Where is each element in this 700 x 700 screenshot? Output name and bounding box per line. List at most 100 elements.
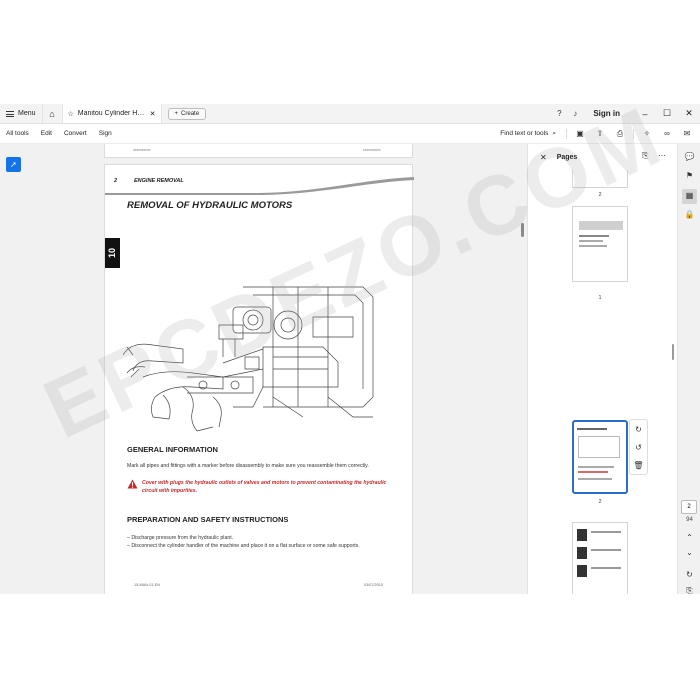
main-toolbar: All tools Edit Convert Sign Find text or… — [0, 124, 700, 144]
warning-note: Cover with plugs the hydraulic outlets o… — [127, 479, 392, 495]
find-label: Find text or tools — [500, 130, 549, 137]
divider — [633, 128, 634, 139]
thumbnail-text-line — [577, 428, 607, 430]
pages-grid-icon[interactable]: ▦ — [678, 191, 700, 200]
thumbnail-text-line — [578, 471, 608, 473]
print-icon[interactable]: ⎙ — [611, 129, 629, 139]
page-thumbnail[interactable] — [572, 206, 628, 282]
toolbar-sign[interactable]: Sign — [93, 130, 118, 137]
warning-triangle-icon — [127, 479, 138, 489]
title-bar: Menu ⌂ ☆ Manitou Cylinder Handl... ✕ + C… — [0, 104, 700, 124]
bell-icon[interactable]: ♪ — [567, 109, 583, 118]
page-up-icon[interactable]: ⌃ — [678, 533, 700, 542]
pdf-viewer-window: Menu ⌂ ☆ Manitou Cylinder Handl... ✕ + C… — [0, 104, 700, 594]
search-icon: ⌕ — [552, 129, 556, 137]
page-fit-icon[interactable]: ⎘ — [678, 586, 700, 594]
list-item: – Discharge pressure from the hydraulic … — [127, 535, 234, 541]
header-page-number: 2 — [114, 178, 118, 184]
menu-button[interactable]: Menu — [0, 104, 42, 123]
header-swoosh-decoration — [105, 177, 414, 195]
rotate-clockwise-icon[interactable]: ↻ — [635, 425, 642, 434]
thumbnail-photo — [577, 529, 587, 541]
thumbnail-text-line — [579, 235, 609, 237]
create-label: Create — [181, 110, 200, 117]
lock-icon[interactable]: 🔒 — [678, 210, 700, 219]
rotate-counterclockwise-icon[interactable]: ↺ — [635, 443, 642, 452]
page-footer-date: 03/07/2015 — [364, 583, 384, 587]
thumbnail-label: 1 — [598, 295, 602, 301]
section-heading-preparation-safety: PREPARATION AND SAFETY INSTRUCTIONS — [127, 515, 289, 524]
page-down-icon[interactable]: ⌄ — [678, 548, 700, 557]
help-icon[interactable]: ? — [551, 109, 567, 118]
document-page: 2 ENGINE REMOVAL REMOVAL OF HYDRAULIC MO… — [104, 164, 414, 594]
thumbnail-header-block — [579, 221, 623, 230]
pages-panel: ✕ Pages ⎘ ⋯ 2 1 2 ↻ ↺ 🗑 — [527, 144, 677, 594]
general-information-text: Mark all pipes and fittings with a marke… — [127, 463, 369, 469]
document-area[interactable]: xxxxxxxxxx xxxxxxxxxx 2 ENGINE REMOVAL R… — [30, 144, 527, 594]
email-icon[interactable]: ✉ — [678, 129, 696, 138]
thumbnail-text-line — [591, 531, 621, 533]
page-thumbnail-selected[interactable] — [572, 420, 628, 494]
pages-panel-title: Pages — [556, 153, 578, 161]
refresh-icon[interactable]: ↻ — [678, 570, 700, 579]
thumbnail-text-line — [579, 240, 603, 242]
thumbnail-text-line — [579, 245, 607, 247]
hamburger-icon — [6, 110, 14, 117]
chapter-tab: 10 — [105, 238, 120, 268]
select-tool-button[interactable]: ➚ — [6, 157, 21, 172]
menu-label: Menu — [18, 110, 36, 117]
page-thumbnail[interactable] — [572, 170, 628, 188]
thumbnail-text-line — [591, 549, 621, 551]
save-icon[interactable]: ▣ — [571, 129, 589, 138]
maximize-icon[interactable]: ☐ — [656, 108, 678, 119]
more-options-icon[interactable]: ⋯ — [658, 151, 666, 160]
thumbnail-photo — [577, 547, 587, 559]
link-icon[interactable]: ∞ — [658, 129, 676, 138]
close-window-icon[interactable]: ✕ — [678, 108, 700, 119]
upload-icon[interactable]: ⇪ — [591, 129, 609, 138]
thumbnail-text-line — [591, 567, 621, 569]
document-tab[interactable]: ☆ Manitou Cylinder Handl... ✕ — [61, 104, 162, 123]
home-icon: ⌂ — [49, 108, 55, 119]
close-tab-icon[interactable]: ✕ — [150, 110, 156, 118]
list-item: – Disconnect the cylinder handler of the… — [127, 543, 360, 549]
preparation-list: – Discharge pressure from the hydraulic … — [127, 534, 360, 550]
page-thumbnail[interactable] — [572, 522, 628, 594]
delete-icon[interactable]: 🗑 — [633, 461, 643, 470]
star-icon[interactable]: ☆ — [68, 110, 74, 118]
toolbar-convert[interactable]: Convert — [58, 130, 93, 137]
thumbnail-label: 2 — [598, 192, 602, 198]
thumbnail-text-line — [578, 478, 612, 480]
cursor-arrow-icon: ➚ — [10, 160, 17, 169]
left-tool-rail: ➚ — [0, 144, 30, 594]
thumbnail-photo — [577, 565, 587, 577]
toolbar-all-tools[interactable]: All tools — [0, 130, 35, 137]
insert-page-icon[interactable]: ⎘ — [642, 151, 648, 161]
warning-text: Cover with plugs the hydraulic outlets o… — [142, 480, 387, 494]
home-button[interactable]: ⌂ — [41, 104, 62, 123]
create-button[interactable]: + Create — [167, 107, 207, 120]
toolbar-edit[interactable]: Edit — [35, 130, 58, 137]
close-panel-icon[interactable]: ✕ — [540, 153, 547, 162]
sign-in-button[interactable]: Sign in — [593, 109, 620, 118]
previous-page-footer-right: xxxxxxxxxx — [363, 148, 381, 152]
chapter-number: 10 — [107, 247, 118, 259]
divider — [566, 128, 567, 139]
comment-icon[interactable]: 💬 — [678, 152, 700, 161]
current-page-input[interactable]: 2 — [681, 500, 697, 514]
thumbnail-text-line — [578, 466, 614, 468]
header-title: ENGINE REMOVAL — [134, 178, 184, 184]
document-scrollbar-thumb[interactable] — [521, 223, 524, 237]
thumbnail-tools: ↻ ↺ 🗑 — [629, 419, 648, 475]
pages-panel-header: ✕ Pages — [528, 144, 678, 170]
minimize-icon[interactable]: – — [634, 109, 656, 119]
tab-title: Manitou Cylinder Handl... — [77, 110, 146, 117]
previous-page-footer-left: xxxxxxxxxx — [133, 148, 151, 152]
bookmark-icon[interactable]: ⚑ — [678, 171, 700, 180]
page-title: REMOVAL OF HYDRAULIC MOTORS — [127, 200, 293, 211]
page-footer-code: 15-MAN-01-EN — [134, 583, 160, 587]
right-tool-rail: 💬 ⚑ ▦ 🔒 2 94 ⌃ ⌄ ↻ ⎘ ⊕ ⊖ — [677, 144, 700, 594]
ai-assistant-icon[interactable]: ✧ — [638, 129, 656, 138]
find-text-or-tools[interactable]: Find text or tools ⌕ — [500, 130, 556, 138]
pages-panel-scrollbar-thumb[interactable] — [672, 344, 674, 360]
